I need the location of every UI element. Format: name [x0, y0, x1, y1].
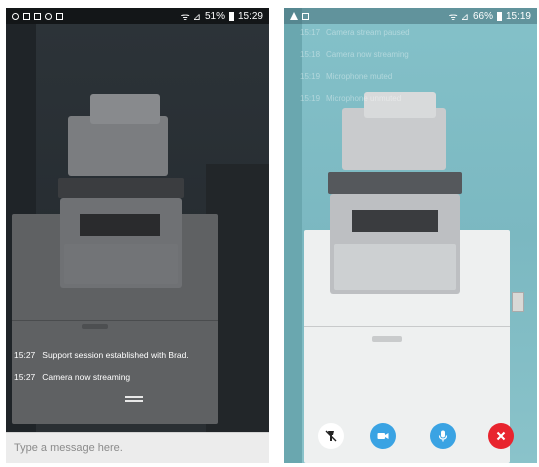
- wall-outlet: [512, 292, 524, 312]
- flashlight-button[interactable]: [318, 423, 344, 449]
- message-time: 15:27: [14, 350, 36, 360]
- end-session-button[interactable]: [488, 423, 514, 449]
- log-text: Camera now streaming: [326, 50, 409, 59]
- status-bar: ᯤ ⊿ 51% 15:29: [6, 8, 269, 24]
- battery-icon: [228, 11, 234, 21]
- image-notification-icon: [23, 12, 30, 20]
- message-text: Support session established with Brad.: [42, 350, 189, 360]
- close-icon: [496, 431, 506, 441]
- notification-icons: [290, 12, 309, 20]
- message-text: Camera now streaming: [42, 372, 131, 382]
- image-notification-icon: [302, 12, 309, 20]
- microphone-button[interactable]: [430, 423, 456, 449]
- battery-icon: [496, 11, 502, 21]
- right-phone-screen: ᯤ ⊿ 66% 15:19 15:17 Camera stream paused …: [284, 8, 537, 463]
- battery-percent: 51%: [204, 10, 225, 22]
- log-line: 15:19 Microphone unmuted: [300, 94, 401, 103]
- log-time: 15:17: [300, 28, 321, 37]
- signal-icon: ᯤ ⊿: [448, 12, 469, 23]
- log-time: 15:19: [300, 94, 321, 103]
- circle-notification-icon: [12, 12, 19, 20]
- log-line: 15:19 Microphone muted: [300, 72, 392, 81]
- log-time: 15:18: [300, 50, 321, 59]
- log-time: 15:19: [300, 72, 321, 81]
- log-line: 15:17 Camera stream paused: [300, 28, 410, 37]
- flashlight-off-icon: [325, 430, 337, 442]
- chat-message: 15:27 Camera now streaming: [14, 372, 130, 382]
- video-camera-icon: [377, 433, 389, 439]
- printer: [50, 94, 190, 304]
- clock: 15:29: [237, 10, 263, 22]
- clock: 15:19: [505, 10, 531, 22]
- message-input[interactable]: [6, 433, 269, 463]
- warning-notification-icon: [290, 12, 298, 20]
- gallery-notification-icon: [56, 12, 63, 20]
- log-text: Microphone unmuted: [326, 94, 402, 103]
- log-line: 15:18 Camera now streaming: [300, 50, 409, 59]
- printer: [320, 92, 470, 306]
- log-text: Microphone muted: [326, 72, 393, 81]
- left-phone-screen: ᯤ ⊿ 51% 15:29 15:27 Support session estab…: [6, 8, 269, 463]
- notification-icons: [12, 12, 63, 20]
- signal-icon: ᯤ ⊿: [180, 12, 201, 23]
- camera-toggle-button[interactable]: [370, 423, 396, 449]
- status-bar: ᯤ ⊿ 66% 15:19: [284, 8, 537, 24]
- message-time: 15:27: [14, 372, 36, 382]
- battery-percent: 66%: [472, 10, 493, 22]
- message-bar: [6, 432, 269, 463]
- mail-notification-icon: [34, 12, 41, 20]
- sync-notification-icon: [45, 12, 52, 20]
- drag-handle[interactable]: [118, 392, 150, 406]
- log-text: Camera stream paused: [326, 28, 410, 37]
- microphone-icon: [438, 430, 448, 442]
- chat-message: 15:27 Support session established with Br…: [14, 350, 189, 360]
